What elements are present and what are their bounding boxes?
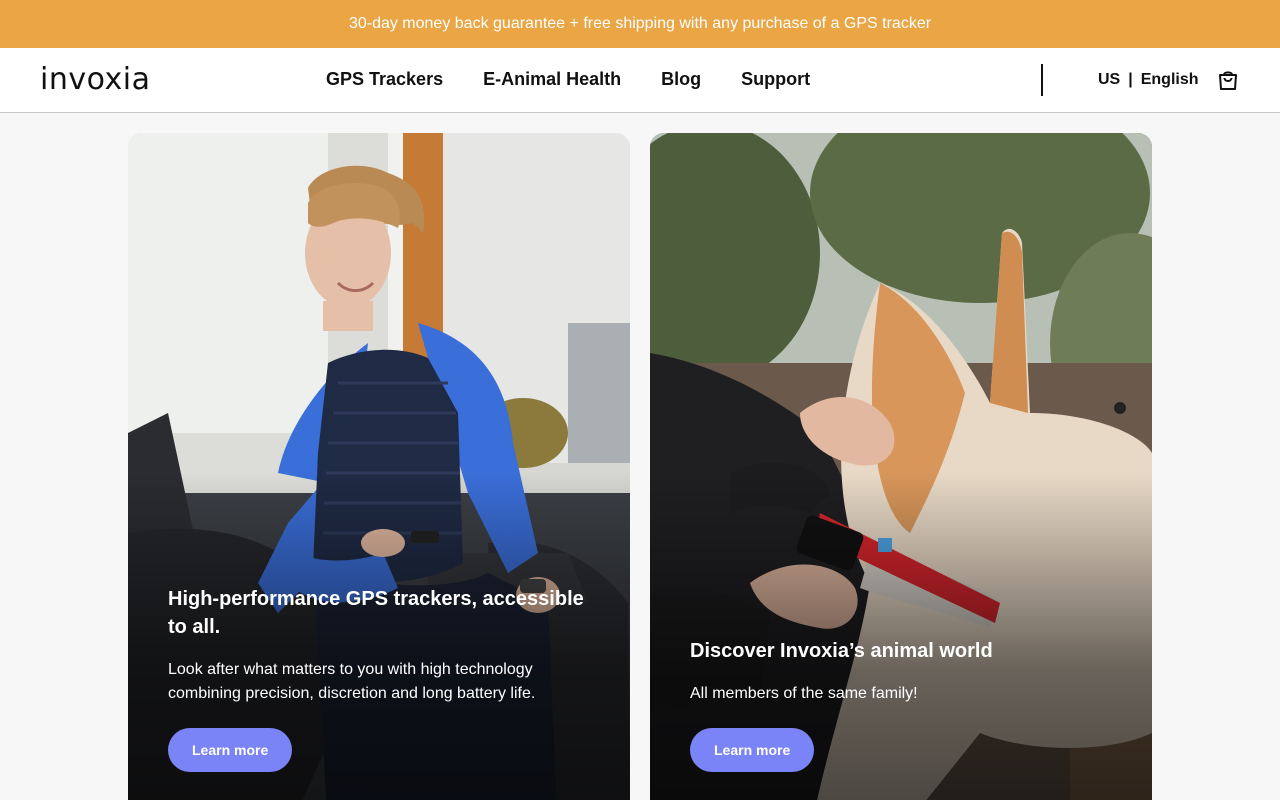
card-description: Look after what matters to you with high… (168, 661, 536, 702)
card-title: High-performance GPS trackers, accessibl… (168, 588, 584, 638)
hero-cards: High-performance GPS trackers, accessibl… (128, 133, 1152, 800)
card-content: High-performance GPS trackers, accessibl… (168, 585, 590, 772)
promo-banner: 30-day money back guarantee + free shipp… (0, 0, 1280, 48)
card-description: All members of the same family! (690, 685, 918, 702)
promo-text: 30-day money back guarantee + free shipp… (348, 15, 932, 32)
learn-more-button[interactable]: Learn more (690, 728, 815, 772)
nav-e-animal-health[interactable]: E-Animal Health (483, 68, 621, 90)
learn-more-button[interactable]: Learn more (168, 728, 293, 772)
animal-world-card: Discover Invoxia’s animal world All memb… (650, 133, 1152, 800)
card-content: Discover Invoxia’s animal world All memb… (690, 637, 1112, 772)
main-nav: GPS Trackers E-Animal Health Blog Suppor… (326, 68, 810, 90)
gps-trackers-card: High-performance GPS trackers, accessibl… (128, 133, 630, 800)
nav-gps-trackers[interactable]: GPS Trackers (326, 68, 443, 90)
header-divider (1041, 64, 1043, 96)
shopping-bag-icon[interactable] (1216, 68, 1240, 92)
site-header: invoxia GPS Trackers E-Animal Health Blo… (0, 48, 1280, 113)
locale-separator: | (1128, 71, 1133, 88)
nav-support[interactable]: Support (741, 68, 810, 90)
locale-language: English (1140, 71, 1199, 88)
locale-selector[interactable]: US | English (1098, 70, 1199, 90)
card-title: Discover Invoxia’s animal world (690, 640, 993, 662)
invoxia-logo[interactable]: invoxia (40, 65, 151, 95)
nav-blog[interactable]: Blog (661, 68, 701, 90)
locale-country: US (1098, 71, 1121, 88)
